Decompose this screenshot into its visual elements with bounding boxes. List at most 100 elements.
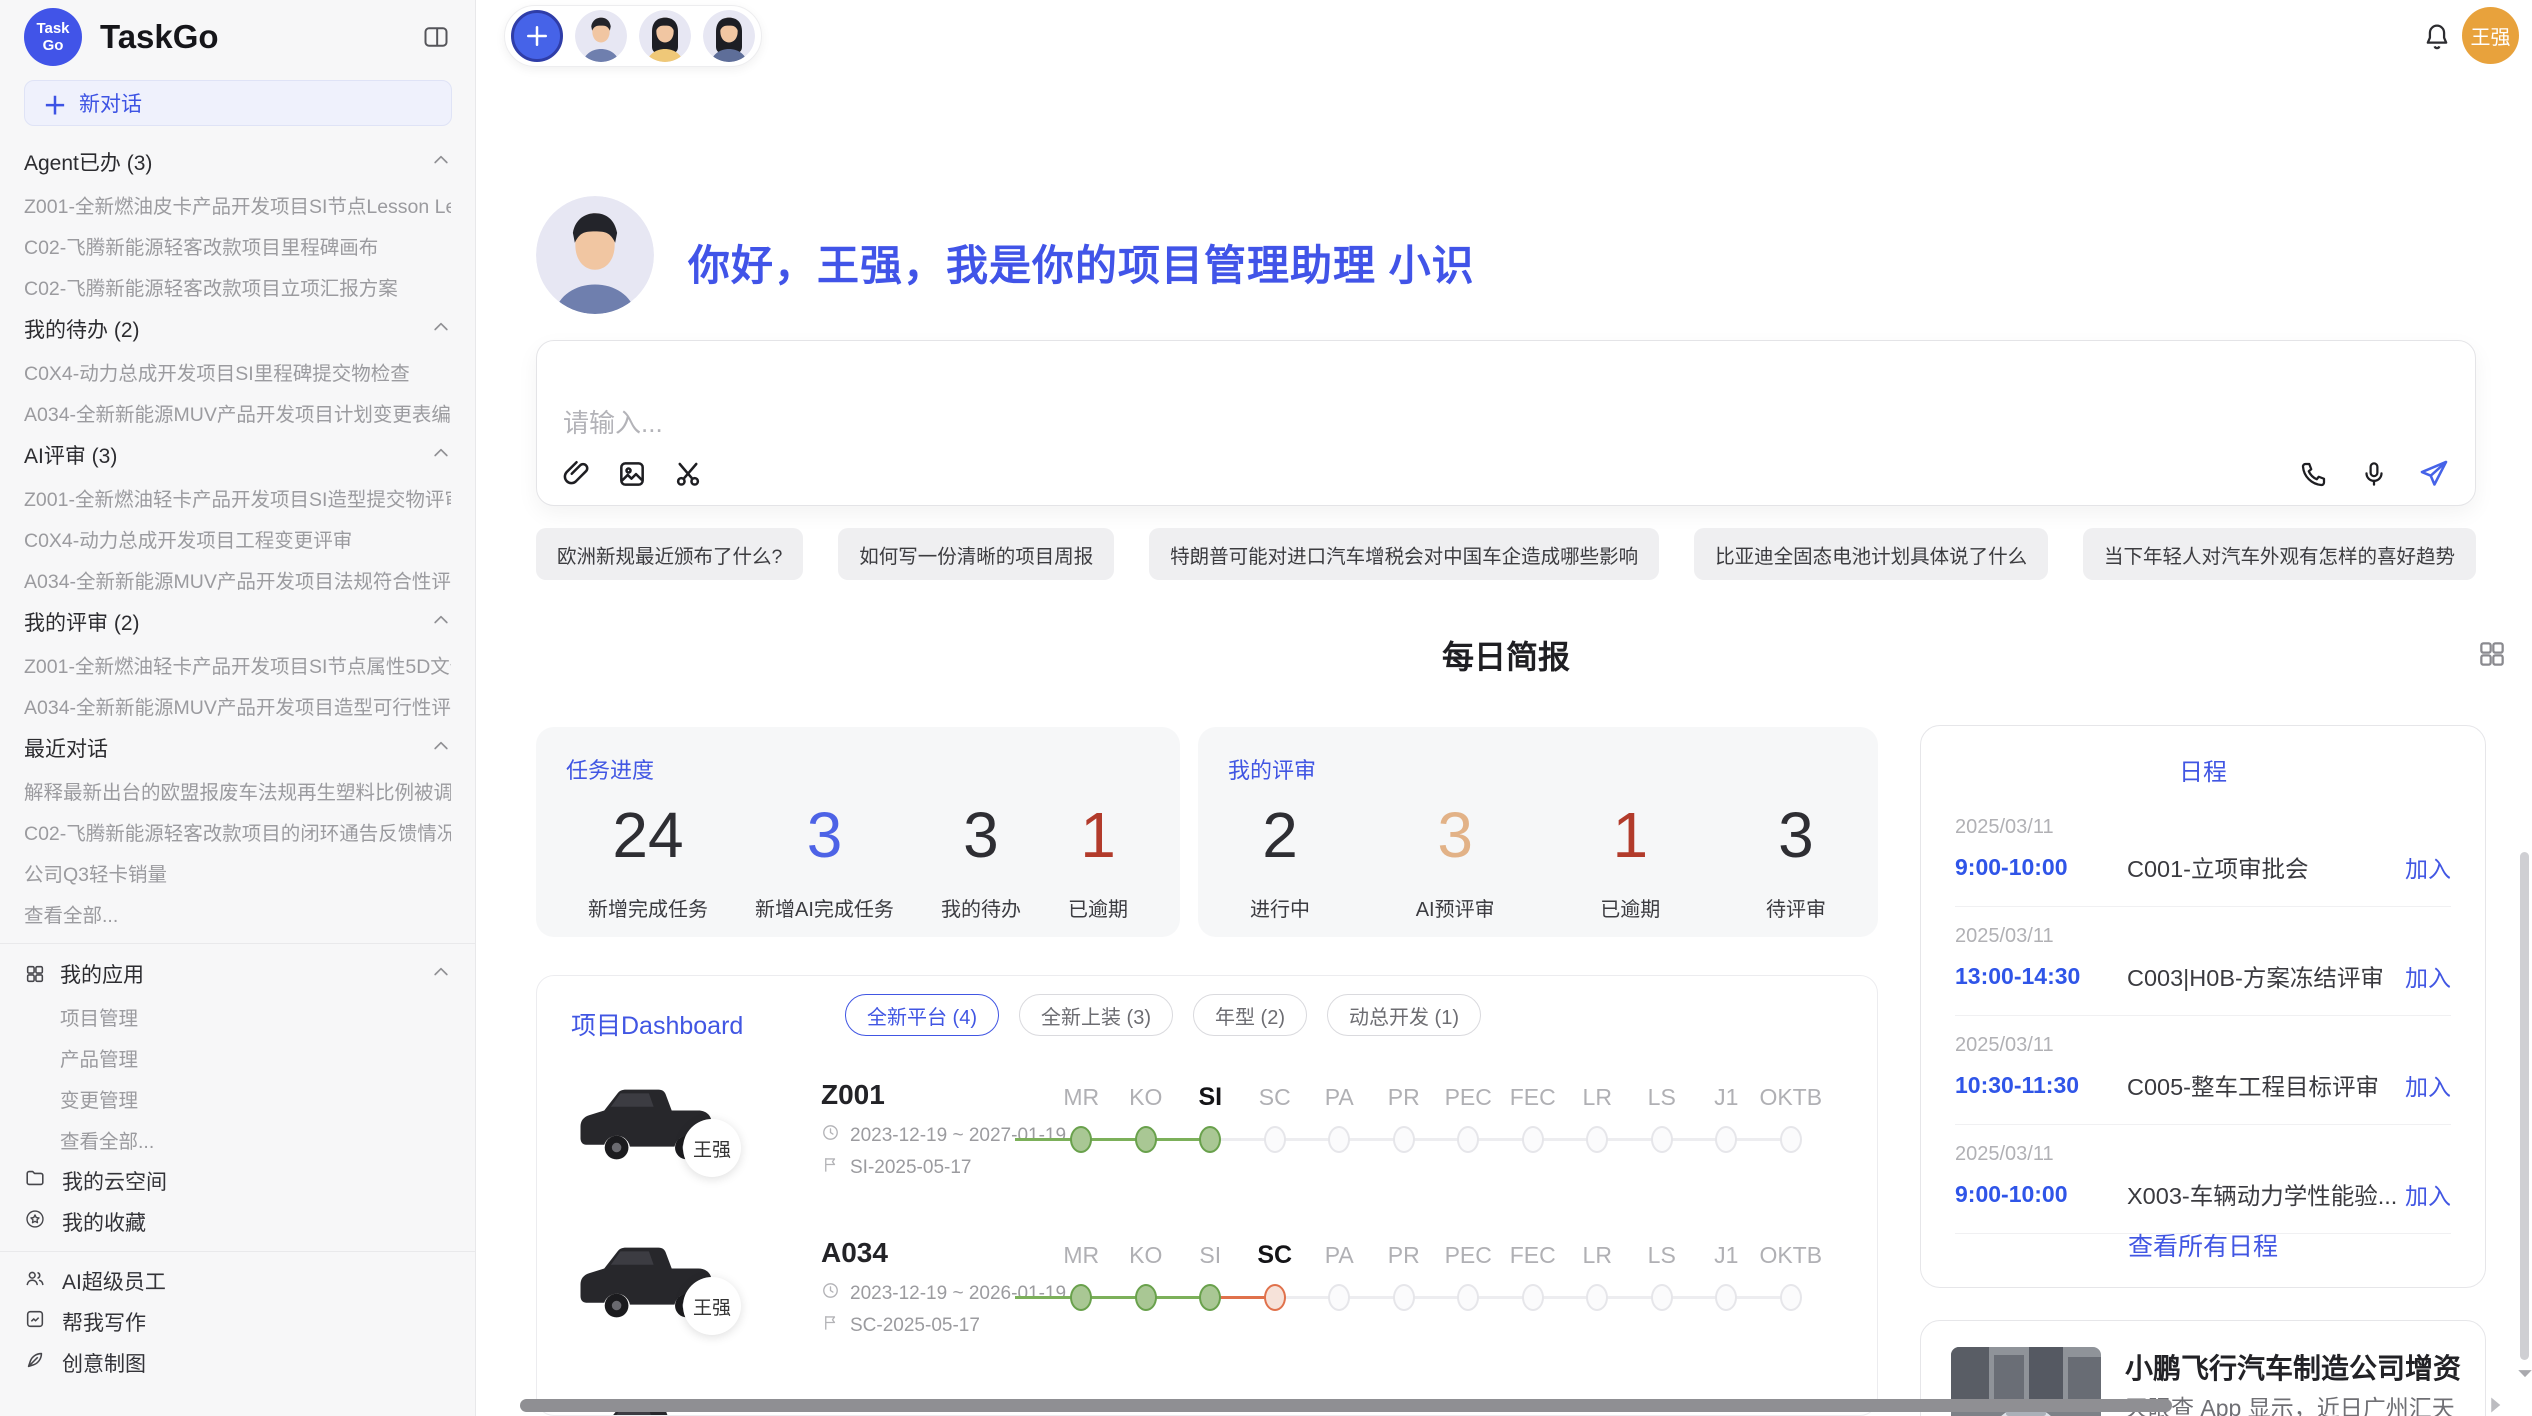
sidebar-tool-feather[interactable]: 创意制图 <box>24 1342 451 1383</box>
scissors-icon[interactable] <box>671 457 705 491</box>
horizontal-scrollbar[interactable] <box>520 1399 2172 1412</box>
sidebar-item[interactable]: C02-飞腾新能源轻客改款项目立项汇报方案 <box>24 266 451 307</box>
recent-chat-item[interactable]: 公司Q3轻卡销量 <box>24 852 451 893</box>
paperclip-icon[interactable] <box>559 457 593 491</box>
milestone-connector <box>1413 1296 1460 1299</box>
app-item[interactable]: 变更管理 <box>24 1078 451 1119</box>
schedule-date: 2025/03/11 <box>1955 925 2451 948</box>
stat-value: 1 <box>1612 799 1648 871</box>
view-all-chats-link[interactable]: 查看全部... <box>24 893 451 934</box>
app-item[interactable]: 产品管理 <box>24 1037 451 1078</box>
milestone-dot <box>1522 1126 1544 1153</box>
join-meeting-link[interactable]: 加入 <box>2405 850 2451 884</box>
milestone-connector <box>1736 1138 1783 1141</box>
notification-bell-icon[interactable] <box>2420 20 2454 54</box>
collapse-sidebar-icon[interactable] <box>419 20 453 54</box>
sidebar-item[interactable]: Z001-全新燃油轻卡产品开发项目SI节点属性5D文件评审 <box>24 644 451 685</box>
milestone-label: MR <box>1049 1239 1114 1275</box>
recent-chat-item[interactable]: 解释最新出台的欧盟报废车法规再生塑料比例被调至15%... <box>24 770 451 811</box>
image-icon[interactable] <box>615 457 649 491</box>
milestone-lr: LR <box>1565 1239 1630 1311</box>
send-icon[interactable] <box>2417 457 2451 491</box>
stat-value: 3 <box>1778 799 1814 871</box>
stat-item: 1 已逾期 <box>1600 797 1660 937</box>
schedule-time: 9:00-10:00 <box>1955 854 2127 881</box>
recent-chats-header[interactable]: 最近对话 <box>24 726 451 770</box>
stat-label: 已逾期 <box>1600 893 1660 922</box>
phone-icon[interactable] <box>2297 457 2331 491</box>
join-meeting-link[interactable]: 加入 <box>2405 1177 2451 1211</box>
view-all-schedule-link[interactable]: 查看所有日程 <box>1921 1227 2485 1263</box>
schedule-date: 2025/03/11 <box>1955 816 2451 839</box>
dashboard-tab[interactable]: 动总开发 (1) <box>1327 994 1481 1036</box>
owner-badge: 王强 <box>683 1277 741 1335</box>
sidebar-item[interactable]: Z001-全新燃油皮卡产品开发项目SI节点Lesson Learn报告 <box>24 184 451 225</box>
project-row[interactable]: 王强A0342023-12-19 ~ 2026-01-19SC-2025-05-… <box>537 1219 1877 1377</box>
contact-avatar[interactable] <box>703 10 755 62</box>
section-title: Agent已办 (3) <box>24 147 152 177</box>
my-apps-header[interactable]: 我的应用 <box>24 952 451 996</box>
new-chat-button[interactable]: ＋ 新对话 <box>24 80 452 126</box>
join-meeting-link[interactable]: 加入 <box>2405 959 2451 993</box>
divider <box>0 1251 475 1252</box>
sidebar-section-header[interactable]: AI评审 (3) <box>24 433 451 477</box>
schedule-row: 9:00-10:00X003-车辆动力学性能验...加入 <box>1955 1177 2451 1211</box>
layout-grid-icon[interactable] <box>2476 638 2508 670</box>
composer-right-tools <box>2297 457 2451 491</box>
contact-avatar[interactable] <box>575 10 627 62</box>
sidebar-section-header[interactable]: 我的待办 (2) <box>24 307 451 351</box>
suggestion-chip[interactable]: 如何写一份清晰的项目周报 <box>838 528 1114 580</box>
chevron-up-icon <box>431 736 451 761</box>
scroll-down-icon[interactable] <box>2516 1366 2532 1380</box>
writing-icon <box>24 1308 46 1336</box>
scroll-right-icon[interactable] <box>2486 1395 2504 1415</box>
recent-chat-item[interactable]: C02-飞腾新能源轻客改款项目的闭环通告反馈情况 <box>24 811 451 852</box>
project-code: A034 <box>821 1237 888 1269</box>
milestone-label: LR <box>1565 1239 1630 1275</box>
mic-icon[interactable] <box>2357 457 2391 491</box>
app-item[interactable]: 项目管理 <box>24 996 451 1037</box>
sidebar-item[interactable]: A034-全新新能源MUV产品开发项目造型可行性评审 <box>24 685 451 726</box>
vertical-scrollbar[interactable] <box>2520 852 2529 1360</box>
user-avatar[interactable]: 王强 <box>2462 7 2519 64</box>
sidebar-item[interactable]: C0X4-动力总成开发项目SI里程碑提交物检查 <box>24 351 451 392</box>
sidebar-tool-writing[interactable]: 帮我写作 <box>24 1301 451 1342</box>
sidebar-item[interactable]: Z001-全新燃油轻卡产品开发项目SI造型提交物评审 <box>24 477 451 518</box>
add-contact-button[interactable] <box>511 10 563 62</box>
stat-label: 进行中 <box>1250 893 1310 922</box>
sidebar-tool-people[interactable]: AI超级员工 <box>24 1260 451 1301</box>
join-meeting-link[interactable]: 加入 <box>2405 1068 2451 1102</box>
sidebar-item[interactable]: C0X4-动力总成开发项目工程变更评审 <box>24 518 451 559</box>
schedule-name: C001-立项审批会 <box>2127 850 2405 884</box>
sidebar-item[interactable]: A034-全新新能源MUV产品开发项目法规符合性评审 <box>24 559 451 600</box>
contact-avatar[interactable] <box>639 10 691 62</box>
sidebar-section-header[interactable]: 我的评审 (2) <box>24 600 451 644</box>
sidebar-section-header[interactable]: Agent已办 (3) <box>24 140 451 184</box>
milestone-label: FEC <box>1501 1239 1566 1275</box>
dashboard-tab[interactable]: 全新平台 (4) <box>845 994 999 1036</box>
sidebar-item-star-circle[interactable]: 我的收藏 <box>24 1201 451 1242</box>
stat-item: 24新增完成任务 <box>588 797 708 937</box>
schedule-time: 13:00-14:30 <box>1955 963 2127 990</box>
suggestion-chip[interactable]: 欧洲新规最近颁布了什么? <box>536 528 803 580</box>
dashboard-title: 项目Dashboard <box>571 1006 743 1042</box>
project-flag: SI-2025-05-17 <box>821 1155 971 1180</box>
view-all-apps-link[interactable]: 查看全部... <box>24 1119 451 1160</box>
suggestion-chip[interactable]: 特朗普可能对进口汽车增税会对中国车企造成哪些影响 <box>1149 528 1659 580</box>
message-input[interactable] <box>563 403 1963 443</box>
sidebar-item[interactable]: C02-飞腾新能源轻客改款项目里程碑画布 <box>24 225 451 266</box>
milestone-label: OKTB <box>1759 1239 1824 1275</box>
project-row[interactable]: 王强Z0012023-12-19 ~ 2027-01-19SI-2025-05-… <box>537 1061 1877 1219</box>
chevron-up-icon <box>431 317 451 342</box>
schedule-date: 2025/03/11 <box>1955 1143 2451 1166</box>
sidebar-item[interactable]: A034-全新新能源MUV产品开发项目计划变更表编写 <box>24 392 451 433</box>
suggestion-chip[interactable]: 比亚迪全固态电池计划具体说了什么 <box>1694 528 2048 580</box>
task-progress-card: 任务进度24新增完成任务3新增AI完成任务3我的待办1已逾期 <box>536 727 1180 937</box>
dashboard-tab[interactable]: 全新上装 (3) <box>1019 994 1173 1036</box>
suggestion-chip[interactable]: 当下年轻人对汽车外观有怎样的喜好趋势 <box>2083 528 2476 580</box>
sidebar-item-cloud-space[interactable]: 我的云空间 <box>24 1160 451 1201</box>
dashboard-tab[interactable]: 年型 (2) <box>1193 994 1307 1036</box>
stat-label: 待评审 <box>1766 893 1826 922</box>
schedule-name: C003|H0B-方案冻结评审 <box>2127 959 2405 993</box>
milestone-connector <box>1015 1296 1071 1299</box>
